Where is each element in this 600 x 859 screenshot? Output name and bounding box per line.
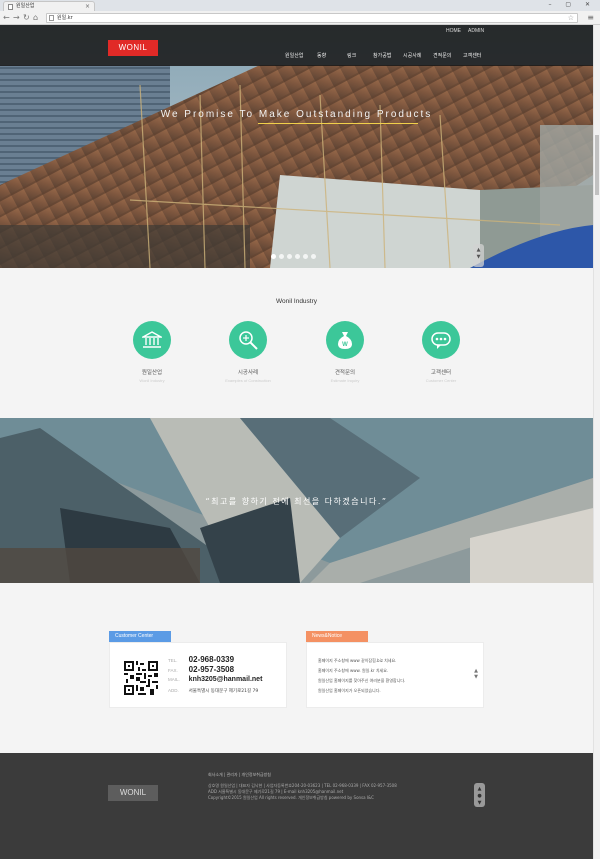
service-sublabel: Examples of Construction — [225, 378, 271, 383]
chat-bubble-icon — [431, 332, 451, 349]
service-sublabel: Wonil Industry — [139, 378, 165, 383]
news-item[interactable]: 홈페이지 주소창에 www 같이잡힘.biz 치세요. — [318, 658, 396, 664]
service-label: 고객센터 — [430, 370, 452, 376]
info-section: Customer Center TEL. 02-968-0339 FAX. 02… — [0, 583, 593, 753]
bookmark-star-icon[interactable]: ☆ — [568, 14, 574, 22]
slide-dot[interactable] — [279, 254, 284, 259]
slide-dot[interactable] — [303, 254, 308, 259]
slogan-underline — [258, 123, 418, 124]
slide-dot[interactable] — [271, 254, 276, 259]
address-bar[interactable]: 원일.kr ☆ — [46, 13, 578, 23]
browser-toolbar: ← → ↻ ⌂ 원일.kr ☆ ≡ — [0, 11, 600, 25]
slide-dot[interactable] — [311, 254, 316, 259]
news-scroll-arrows-icon[interactable]: ▲ ▼ — [474, 668, 478, 680]
url-text: 원일.kr — [57, 15, 73, 21]
site-footer: WONIL 회사소개 | 관리자 | 개인정보취급방침 상호명 원일산업 | 대… — [0, 753, 593, 859]
services-section: Wonil Industry 원일산업 Wonil Industry 시공사례 — [0, 268, 593, 418]
slide-dot[interactable] — [287, 254, 292, 259]
banner-quote: “최고를 향하기 전에 최선을 다하겠습니다.” — [205, 497, 388, 506]
fax-key: FAX. — [168, 668, 178, 673]
contact-mail: MAIL. knh3205@hanmail.net — [168, 676, 262, 683]
browser-chrome: 원일산업 × – ▢ ✕ ← → ↻ ⌂ 원일.kr ☆ ≡ — [0, 0, 600, 25]
slide-dot[interactable] — [295, 254, 300, 259]
address-value: 서울특별시 동대문구 제기로21길 79 — [188, 689, 259, 694]
news-notice-box: 홈페이지 주소창에 www 같이잡힘.biz 치세요. 홈페이지 주소창에 ww… — [306, 642, 484, 708]
nav-item-cases[interactable]: 시공사례 — [403, 52, 421, 59]
footer-logo[interactable]: WONIL — [108, 785, 158, 801]
news-item[interactable]: 원일산업 홈페이지를 찾아주신 여러분을 환영합니다. — [318, 678, 405, 684]
service-sublabel: Estimate Inquiry — [330, 378, 360, 383]
slide-indicators — [271, 254, 316, 259]
admin-link[interactable]: ADMIN — [468, 28, 484, 34]
reload-icon[interactable]: ↻ — [23, 13, 30, 22]
news-item[interactable]: 원일산업 홈페이지가 오픈되었습니다. — [318, 688, 381, 694]
tab-close-icon[interactable]: × — [85, 2, 90, 11]
window-controls[interactable]: – ▢ ✕ — [548, 1, 596, 8]
page-favicon-icon — [8, 4, 13, 10]
service-estimate[interactable]: W 견적문의 Estimate Inquiry — [305, 321, 385, 383]
nav-item-estimate[interactable]: 견적문의 — [433, 52, 451, 59]
home-link[interactable]: HOME — [446, 28, 461, 34]
quote-banner: “최고를 향하기 전에 최선을 다하겠습니다.” — [0, 418, 593, 583]
page-icon — [49, 15, 54, 21]
hero-slider: WONIL HOME ADMIN 원일산업 동향 링크 참가공법 시공사례 견적… — [0, 25, 593, 268]
nav-item-methods[interactable]: 참가공법 — [373, 52, 391, 59]
service-label: 원일산업 — [141, 370, 163, 376]
tel-value[interactable]: 02-968-0339 — [189, 655, 234, 664]
service-label: 견적문의 — [334, 370, 356, 376]
nav-item-links[interactable]: 링크 — [347, 52, 356, 59]
contact-address: ADD. 서울특별시 동대문구 제기로21길 79 — [168, 688, 258, 694]
building-icon — [142, 331, 162, 348]
customer-center-label: Customer Center — [109, 631, 171, 642]
customer-center-box: TEL. 02-968-0339 FAX. 02-957-3508 MAIL. … — [109, 642, 287, 708]
service-icon-circle — [422, 321, 460, 359]
service-sublabel: Customer Center — [425, 378, 457, 383]
browser-menu-icon[interactable]: ≡ — [587, 13, 594, 22]
footer-scroll-control[interactable]: ▲ ● ▼ — [474, 783, 485, 807]
news-item[interactable]: 홈페이지 주소창에 www. 원일.kr 치세요. — [318, 668, 388, 674]
svg-text:W: W — [342, 342, 348, 348]
nav-item-company[interactable]: 원일산업 — [285, 52, 303, 59]
site-logo[interactable]: WONIL — [108, 40, 158, 56]
service-icon-circle — [229, 321, 267, 359]
nav-item-trends[interactable]: 동향 — [317, 52, 326, 59]
news-notice-label: News&Notice — [306, 631, 368, 642]
service-company[interactable]: 원일산업 Wonil Industry — [112, 321, 192, 383]
footer-copyright: Copyright©2015 원일산업 All rights reserved.… — [208, 795, 374, 800]
hero-slogan: We Promise To Make Outstanding Products — [160, 109, 433, 120]
tab-strip: 원일산업 × – ▢ ✕ — [0, 0, 600, 11]
tel-key: TEL. — [168, 658, 178, 663]
contact-tel: TEL. 02-968-0339 — [168, 655, 234, 664]
browser-tab[interactable]: 원일산업 × — [3, 1, 95, 11]
page-scrollbar[interactable] — [593, 25, 600, 859]
magnifier-icon — [239, 331, 258, 350]
tab-title: 원일산업 — [16, 3, 35, 9]
scrollbar-thumb[interactable] — [595, 135, 599, 195]
mail-value[interactable]: knh3205@hanmail.net — [189, 676, 263, 683]
money-bag-icon: W — [338, 332, 352, 349]
service-icon-circle — [133, 321, 171, 359]
service-cases[interactable]: 시공사례 Examples of Construction — [208, 321, 288, 383]
service-support[interactable]: 고객센터 Customer Center — [401, 321, 481, 383]
add-key: ADD. — [168, 688, 179, 693]
nav-item-support[interactable]: 고객센터 — [463, 52, 481, 59]
hero-scroll-control[interactable]: ▲ ▼ — [473, 244, 484, 267]
home-icon[interactable]: ⌂ — [33, 13, 38, 22]
site-header: WONIL HOME ADMIN 원일산업 동향 링크 참가공법 시공사례 견적… — [0, 25, 593, 66]
back-icon[interactable]: ← — [3, 13, 10, 22]
qr-code-icon[interactable] — [124, 661, 158, 695]
fax-value: 02-957-3508 — [188, 665, 235, 674]
forward-icon[interactable]: → — [13, 13, 20, 22]
contact-fax: FAX. 02-957-3508 — [168, 665, 234, 674]
service-label: 시공사례 — [237, 370, 259, 376]
service-icon-circle: W — [326, 321, 364, 359]
services-title: Wonil Industry — [275, 298, 318, 305]
mail-key: MAIL. — [168, 677, 180, 682]
footer-links[interactable]: 회사소개 | 관리자 | 개인정보취급방침 — [208, 772, 271, 778]
